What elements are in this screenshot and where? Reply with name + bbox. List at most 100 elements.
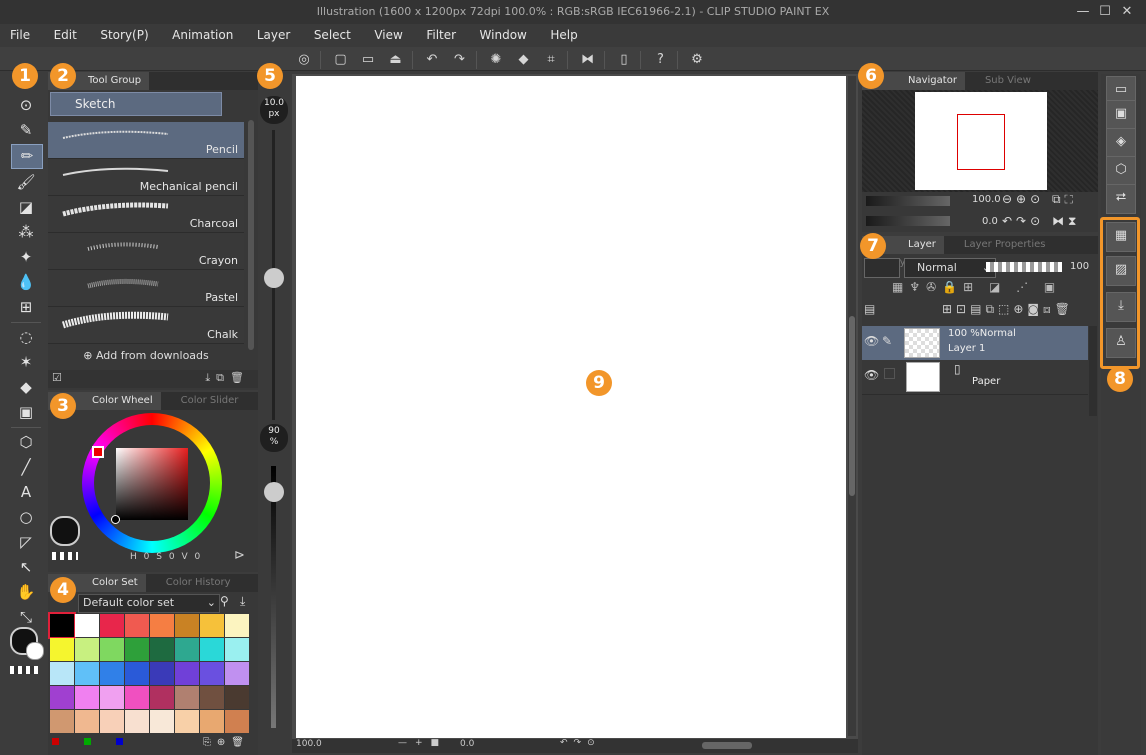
pencil-icon[interactable]: ✏ (11, 144, 43, 169)
grid-icon[interactable]: ⊞ (11, 296, 41, 319)
color-swatch[interactable] (200, 686, 224, 709)
rotation-slider[interactable] (866, 216, 950, 226)
undo-icon[interactable]: ↶ (421, 49, 443, 71)
color-swatch[interactable] (100, 662, 124, 685)
opacity-slider-track[interactable] (271, 466, 276, 728)
magic-wand-icon[interactable]: ✶ (11, 351, 41, 374)
menu-file[interactable]: File (0, 24, 40, 47)
menu-animation[interactable]: Animation (162, 24, 243, 47)
brush-list-scrollbar[interactable] (248, 120, 254, 350)
rotate-controls[interactable]: ↶↷⊙ (560, 738, 601, 748)
new-file-icon[interactable]: ▢ (330, 49, 352, 71)
import-icon[interactable]: ⤓ (240, 594, 245, 609)
layer-opacity-slider[interactable] (986, 262, 1062, 272)
hand-icon[interactable]: ✋ (11, 581, 41, 604)
navigator-view-frame[interactable] (957, 114, 1005, 170)
color-swatch[interactable] (100, 710, 124, 733)
color-swatch[interactable] (225, 686, 249, 709)
color-swatch[interactable] (175, 614, 199, 637)
settings-icon[interactable]: ⚙ (686, 49, 708, 71)
tab-layer-properties[interactable]: Layer Properties (944, 236, 1054, 254)
layer-settings-icon[interactable]: ▤ (864, 302, 875, 316)
close-icon[interactable]: ✕ (1116, 0, 1138, 24)
subtool-action-icons[interactable]: ⤓⧉🗑 (205, 371, 250, 385)
color-swatch[interactable] (200, 614, 224, 637)
color-swatch[interactable] (125, 638, 149, 661)
tab-color-history[interactable]: Color History (146, 574, 239, 592)
color-swatch[interactable] (150, 710, 174, 733)
hue-marker[interactable] (92, 446, 104, 458)
color-swatch[interactable] (125, 686, 149, 709)
color-swatch[interactable] (125, 662, 149, 685)
color-swatch[interactable] (150, 638, 174, 661)
color-set-action-icons[interactable]: ⎘⊕🗑 (203, 737, 250, 748)
color-swatch[interactable] (100, 614, 124, 637)
smartphone-icon[interactable]: ▯ (613, 49, 635, 71)
layer-check-box[interactable] (884, 368, 895, 379)
pen-icon[interactable]: ✎ (11, 119, 41, 142)
angle-readout[interactable]: 0.0 (460, 739, 474, 749)
blend-icon[interactable]: 💧 (11, 271, 41, 294)
main-color-indicator[interactable] (50, 516, 80, 546)
transparent-indicator[interactable] (52, 552, 78, 560)
eye-icon[interactable]: 👁 (864, 368, 879, 382)
eye-icon[interactable]: 👁 (864, 334, 879, 348)
color-swatch[interactable] (75, 638, 99, 661)
layer-scrollbar[interactable] (1089, 326, 1097, 416)
fill-icon[interactable]: ◆ (513, 49, 535, 71)
horizontal-scrollbar[interactable] (702, 742, 752, 749)
canvas-vertical-scrollbar[interactable] (848, 76, 856, 736)
brush-size-slider-handle[interactable] (264, 268, 284, 288)
play-circle-icon[interactable]: ⊳ (234, 548, 245, 563)
opacity-readout[interactable]: 90% (260, 424, 288, 452)
menu-select[interactable]: Select (304, 24, 361, 47)
tab-sub-view[interactable]: Sub View (965, 72, 1039, 90)
layer-properties-panel-icon[interactable]: ⬡ (1106, 156, 1136, 186)
flip-icon[interactable]: ⧓ (577, 49, 599, 71)
fill-bucket-icon[interactable]: ◆ (11, 376, 41, 399)
navigator-zoom-value[interactable]: 100.0 (972, 194, 1001, 205)
opacity-slider-handle[interactable] (264, 482, 284, 502)
sv-marker[interactable] (111, 515, 120, 524)
color-swatch[interactable] (100, 686, 124, 709)
brush-item-pencil[interactable]: Pencil (48, 122, 244, 159)
save-icon[interactable]: ⏏ (385, 49, 407, 71)
zoom-slider[interactable] (866, 196, 950, 206)
menu-layer[interactable]: Layer (247, 24, 300, 47)
layer-row-paper[interactable]: 👁 ▯ Paper (862, 360, 1088, 395)
settings-small-icon[interactable]: ☑ (52, 371, 62, 384)
menu-story[interactable]: Story(P) (90, 24, 158, 47)
zoom-controls[interactable]: —+■ (398, 738, 447, 748)
zoom-readout[interactable]: 100.0 (296, 739, 322, 749)
material-mono-panel-icon[interactable]: ▨ (1106, 256, 1136, 286)
color-swatch[interactable] (175, 638, 199, 661)
clip-studio-icon[interactable]: ◎ (293, 49, 315, 71)
redo-icon[interactable]: ↷ (449, 49, 471, 71)
color-swatch[interactable] (225, 662, 249, 685)
brush-item-mechanical-pencil[interactable]: Mechanical pencil (48, 159, 244, 196)
subtool-group-sketch[interactable]: Sketch (50, 92, 222, 116)
brush-item-crayon[interactable]: Crayon (48, 233, 244, 270)
menu-edit[interactable]: Edit (44, 24, 87, 47)
tab-color-slider[interactable]: Color Slider (161, 392, 247, 410)
color-swatch[interactable] (75, 614, 99, 637)
color-swatch[interactable] (225, 638, 249, 661)
sub-view-panel-icon[interactable]: ▣ (1106, 100, 1136, 130)
color-swatch[interactable] (75, 686, 99, 709)
transform-icon[interactable]: ⌗ (540, 49, 562, 71)
menu-window[interactable]: Window (470, 24, 537, 47)
new-layer-icons[interactable]: ⊞⊡▤⧉⬚⊕◙⧈🗑 (942, 302, 1074, 317)
color-swatch[interactable] (125, 710, 149, 733)
pen-layer-icon[interactable]: ✎ (882, 334, 892, 348)
navigator-preview[interactable] (862, 90, 1098, 192)
line-icon[interactable]: ╱ (11, 456, 41, 479)
wrench-icon[interactable]: ⚲ (220, 594, 229, 608)
brush-size-readout[interactable]: 10.0 px (260, 96, 288, 124)
layer-panel-icon[interactable]: ◈ (1106, 128, 1136, 158)
color-swatch[interactable] (175, 662, 199, 685)
color-swatch[interactable] (200, 662, 224, 685)
layer-color-dropdown[interactable] (864, 258, 900, 278)
color-set-dropdown[interactable]: Default color set ⌄ (78, 594, 220, 613)
material-panel-icon[interactable]: ▦ (1106, 222, 1136, 252)
material-3d-panel-icon[interactable]: ♙ (1106, 328, 1136, 358)
